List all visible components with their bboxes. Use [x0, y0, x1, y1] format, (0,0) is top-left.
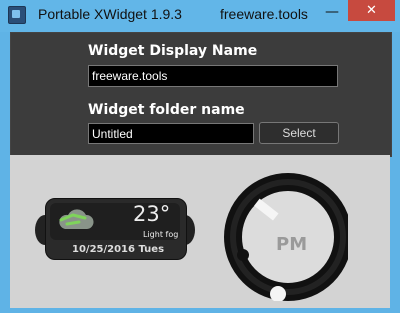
widget-folder-name-label: Widget folder name: [88, 102, 245, 118]
minimize-button[interactable]: —: [319, 3, 345, 23]
weather-temperature: 23°: [133, 202, 171, 226]
app-icon: [8, 6, 26, 24]
weather-widget[interactable]: 23° Light fog 10/25/2016 Tues: [35, 195, 195, 262]
widget-preview-area: 23° Light fog 10/25/2016 Tues PM: [10, 155, 390, 308]
app-window: Portable XWidget 1.9.3 freeware.tools — …: [0, 0, 400, 313]
weather-condition: Light fog: [143, 230, 179, 239]
widget-display-name-label: Widget Display Name: [88, 43, 258, 59]
settings-panel: Widget Display Name freeware.tools Widge…: [10, 32, 392, 157]
cloud-icon: [55, 207, 95, 233]
close-button[interactable]: ✕: [348, 0, 395, 21]
window-title-extra: freeware.tools: [220, 6, 308, 22]
select-button[interactable]: Select: [259, 122, 339, 144]
widget-folder-name-input[interactable]: Untitled: [88, 123, 254, 144]
title-bar[interactable]: Portable XWidget 1.9.3 freeware.tools — …: [0, 0, 400, 32]
widget-display-name-input[interactable]: freeware.tools: [88, 65, 338, 87]
window-title: Portable XWidget 1.9.3: [38, 6, 182, 22]
clock-widget[interactable]: PM: [218, 167, 348, 301]
clock-period: PM: [276, 234, 308, 255]
weather-date: 10/25/2016 Tues: [72, 244, 165, 255]
